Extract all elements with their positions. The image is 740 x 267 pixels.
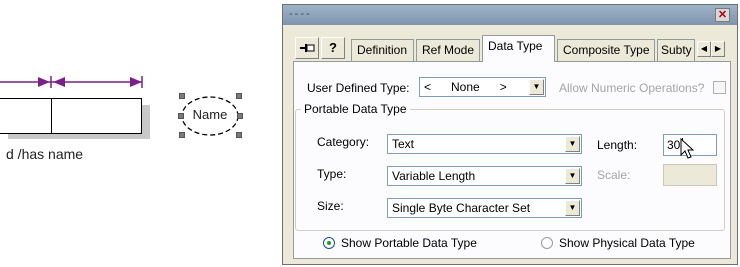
tab-composite-type[interactable]: Composite Type bbox=[557, 39, 655, 61]
type-label: Type: bbox=[317, 167, 347, 181]
tab-ref-mode[interactable]: Ref Mode bbox=[416, 39, 480, 61]
dropdown-button[interactable]: ▼ bbox=[529, 79, 544, 95]
tab-scroll-left-button[interactable]: ◀ bbox=[697, 41, 711, 57]
type-select[interactable]: Variable Length ▼ bbox=[387, 166, 582, 186]
tab-data-type[interactable]: Data Type bbox=[482, 35, 555, 62]
group-title: Portable Data Type bbox=[301, 102, 410, 116]
resize-handle[interactable] bbox=[236, 132, 242, 138]
chevron-down-icon: ▼ bbox=[532, 82, 541, 91]
arrow-left-icon: ◀ bbox=[700, 44, 708, 53]
tab-label: Definition bbox=[357, 43, 408, 57]
radio-selected-dot bbox=[327, 241, 331, 245]
select-value: Single Byte Character Set bbox=[392, 201, 531, 215]
category-select[interactable]: Text ▼ bbox=[387, 134, 582, 154]
tab-label: Ref Mode bbox=[422, 43, 475, 57]
show-portable-radio[interactable] bbox=[323, 237, 335, 249]
mouse-cursor-icon bbox=[680, 138, 695, 159]
category-label: Category: bbox=[317, 135, 370, 149]
close-icon: ✕ bbox=[717, 9, 728, 21]
connector-arrows bbox=[0, 76, 143, 88]
tab-scroll-right-button[interactable]: ▶ bbox=[711, 41, 725, 57]
value-type-label: Name bbox=[192, 107, 228, 122]
title-bar[interactable]: ---- ✕ bbox=[283, 5, 737, 25]
reading-text: d /has name bbox=[6, 146, 84, 162]
fact-type-box[interactable] bbox=[0, 98, 142, 134]
show-physical-radio[interactable] bbox=[541, 237, 553, 249]
select-value: Variable Length bbox=[392, 169, 476, 183]
tab-label: Subty bbox=[661, 43, 692, 57]
resize-handle[interactable] bbox=[179, 132, 185, 138]
resize-handle[interactable] bbox=[178, 113, 184, 119]
window-title: ---- bbox=[289, 8, 312, 20]
chevron-down-icon: ▼ bbox=[568, 139, 577, 148]
pin-icon bbox=[300, 44, 315, 52]
length-label: Length: bbox=[597, 138, 638, 152]
dropdown-button[interactable]: ▼ bbox=[565, 136, 580, 152]
scale-input[interactable] bbox=[663, 164, 717, 186]
tab-definition[interactable]: Definition bbox=[351, 39, 414, 61]
size-select[interactable]: Single Byte Character Set ▼ bbox=[387, 198, 582, 218]
resize-handle[interactable] bbox=[236, 93, 242, 99]
dropdown-button[interactable]: ▼ bbox=[565, 168, 580, 184]
tab-label: Data Type bbox=[488, 39, 543, 53]
select-value: Text bbox=[392, 137, 415, 151]
help-icon: ? bbox=[329, 40, 337, 55]
properties-window: ---- ✕ ? Definition Ref Mode Data Type C… bbox=[282, 4, 738, 265]
show-physical-label: Show Physical Data Type bbox=[559, 236, 695, 250]
resize-handle[interactable] bbox=[179, 93, 185, 99]
scale-label: Scale: bbox=[597, 168, 631, 182]
pin-button[interactable] bbox=[295, 37, 319, 59]
help-button[interactable]: ? bbox=[321, 37, 345, 59]
arrow-right-icon: ▶ bbox=[714, 44, 722, 53]
diagram-canvas: d /has name Name bbox=[0, 0, 280, 267]
allow-numeric-checkbox[interactable] bbox=[713, 81, 726, 94]
resize-handle[interactable] bbox=[237, 113, 243, 119]
arrowhead-end-icon bbox=[130, 77, 142, 87]
allow-numeric-label: Allow Numeric Operations? bbox=[559, 81, 705, 95]
show-portable-label: Show Portable Data Type bbox=[341, 236, 477, 250]
role-divider bbox=[51, 99, 52, 133]
chevron-down-icon: ▼ bbox=[568, 203, 577, 212]
close-button[interactable]: ✕ bbox=[715, 8, 730, 22]
length-value: 30 bbox=[667, 138, 681, 152]
select-value: < None > bbox=[424, 80, 507, 94]
chevron-down-icon: ▼ bbox=[568, 171, 577, 180]
arrowhead-right-icon bbox=[38, 77, 50, 87]
tab-label: Composite Type bbox=[563, 43, 650, 57]
user-defined-type-label: User Defined Type: bbox=[307, 81, 410, 95]
tab-subtype[interactable]: Subty bbox=[657, 39, 695, 61]
user-defined-type-select[interactable]: < None > ▼ bbox=[419, 77, 546, 97]
dropdown-button[interactable]: ▼ bbox=[565, 200, 580, 216]
size-label: Size: bbox=[317, 199, 344, 213]
arrowhead-left-icon bbox=[53, 77, 65, 87]
value-type-shape[interactable]: Name bbox=[178, 93, 243, 138]
